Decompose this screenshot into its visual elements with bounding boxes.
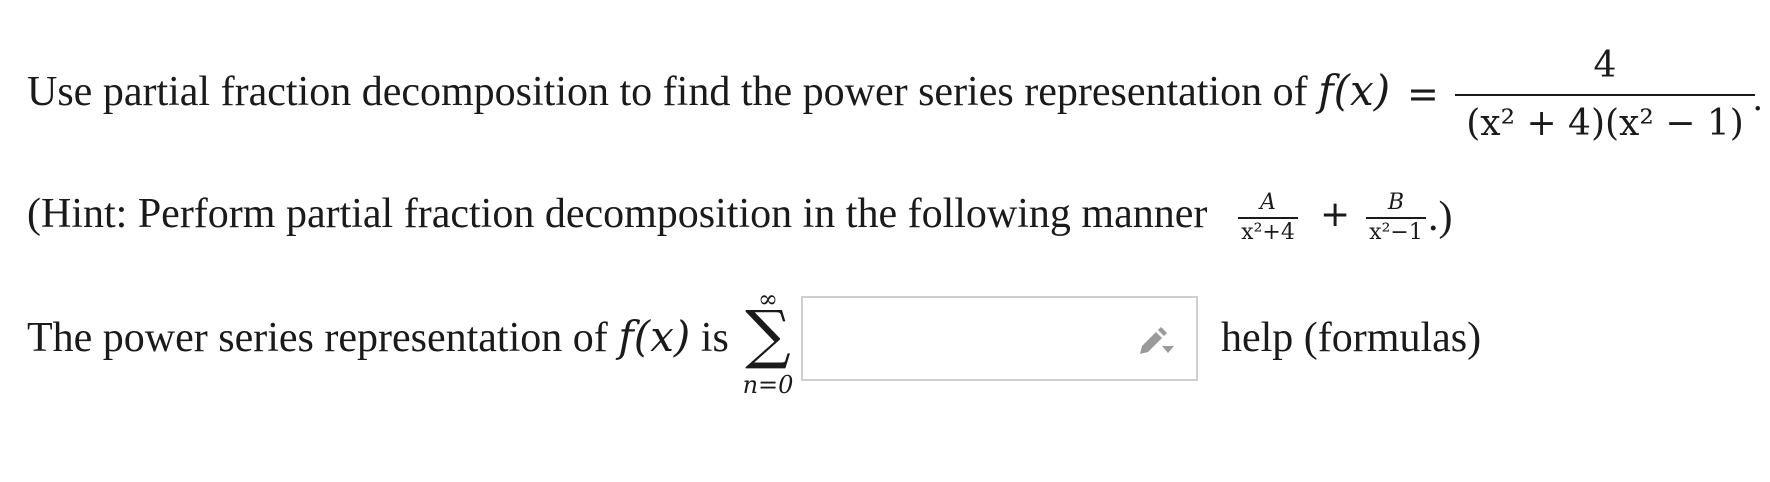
is-text: is [700, 315, 729, 361]
equals-sign: = [1407, 72, 1439, 116]
pencil-dropdown-icon[interactable] [1136, 324, 1176, 356]
hint-line: (Hint: Perform partial fraction decompos… [27, 193, 1207, 235]
main-fraction-numerator: 4 [1593, 45, 1617, 86]
hint-fraction-a-denominator: x²+4 [1241, 220, 1295, 245]
hint-text: (Hint: Perform partial fraction decompos… [27, 191, 1208, 237]
hint-suffix: .) [1428, 194, 1453, 240]
hint-fraction-b: B x²−1 [1366, 190, 1426, 246]
sum-lower-limit: n=0 [742, 371, 794, 399]
hint-fraction-a-bar [1238, 217, 1298, 219]
question-line-1: Use partial fraction decomposition to fi… [27, 69, 1390, 115]
hint-fraction-b-denominator: x²−1 [1369, 220, 1423, 245]
fraction-bar [1455, 94, 1755, 96]
main-fraction-denominator: (x² + 4)(x² − 1) [1466, 103, 1744, 144]
hint-fraction-a: A x²+4 [1238, 190, 1298, 246]
sentence-period: . [1753, 77, 1763, 119]
question-text-1: Use partial fraction decomposition to fi… [27, 69, 1308, 115]
help-formulas-link[interactable]: help (formulas) [1221, 314, 1481, 362]
hint-fraction-b-bar [1366, 217, 1426, 219]
plus-sign: + [1320, 194, 1351, 235]
answer-prompt: The power series representation of [27, 315, 608, 361]
main-fraction: 4 (x² + 4)(x² − 1) [1455, 44, 1755, 146]
hint-fraction-b-numerator: B [1387, 190, 1405, 215]
answer-input[interactable] [801, 296, 1198, 381]
function-label: f(x) [1318, 66, 1391, 115]
sigma-symbol: ∑ [745, 298, 791, 372]
hint-fraction-a-numerator: A [1260, 190, 1276, 215]
answer-line: The power series representation of f(x) … [27, 315, 729, 361]
answer-function-label: f(x) [618, 312, 691, 361]
